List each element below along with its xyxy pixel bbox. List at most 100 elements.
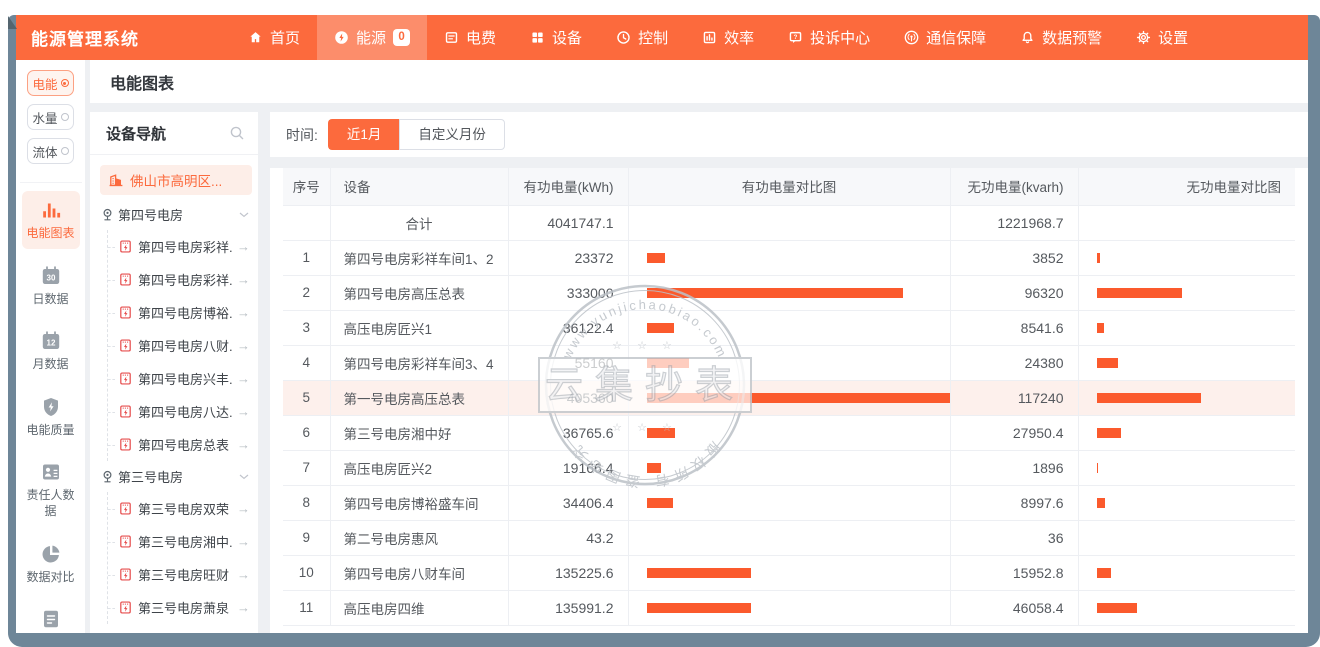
sidebar-item-shield[interactable]: 电能质量: [22, 388, 80, 446]
table-row[interactable]: 9第二号电房惠风43.236: [283, 520, 1295, 555]
doc-icon: [40, 608, 62, 630]
energy-type-tab[interactable]: 水量: [27, 104, 74, 130]
meter-icon: [118, 437, 133, 452]
table-row[interactable]: 5第一号电房高压总表405360117240: [283, 380, 1295, 415]
svg-text:12: 12: [46, 339, 55, 348]
sidebar-item-person[interactable]: 责任人数据: [22, 453, 80, 526]
tree-device-item[interactable]: 第四号电房八达..→: [108, 395, 252, 428]
table-row[interactable]: 6第三号电房湘中好36765.627950.4: [283, 415, 1295, 450]
table-row[interactable]: 4第四号电房彩祥车间3、45516024380: [283, 345, 1295, 380]
nav-item-communication[interactable]: 通信保障: [887, 15, 1003, 60]
nav-item-label: 首页: [270, 27, 300, 48]
arrow-right-icon: →: [237, 371, 252, 386]
cell-active: 23372: [508, 240, 628, 275]
custom-month-button[interactable]: 自定义月份: [399, 119, 505, 150]
cell-device: 合计: [330, 205, 508, 240]
cell-no: 8: [283, 485, 330, 520]
cell-device: 第一号电房高压总表: [330, 380, 508, 415]
nav-item-control[interactable]: 控制: [599, 15, 685, 60]
nav-item-label: 投诉中心: [810, 27, 870, 48]
nav-item-alert[interactable]: 数据预警: [1003, 15, 1119, 60]
meter-icon: [118, 567, 133, 582]
time-filter-segment: 近1月自定义月份: [328, 119, 505, 150]
tree-device-item[interactable]: 第四号电房兴丰..→: [108, 362, 252, 395]
tree-device-item[interactable]: 第四号电房彩祥..→: [108, 230, 252, 263]
tree-device-item[interactable]: 第三号电房旺财→: [108, 558, 252, 591]
tree-device-item[interactable]: 第三号电房湘中..→: [108, 525, 252, 558]
sidebar-item-cal30[interactable]: 30日数据: [22, 257, 80, 315]
sidebar-item-pie[interactable]: 数据对比: [22, 535, 80, 593]
nav-item-label: 通信保障: [926, 27, 986, 48]
tree-device-item[interactable]: 第四号电房八财..→: [108, 329, 252, 362]
table-row[interactable]: 2第四号电房高压总表33300096320: [283, 275, 1295, 310]
cell-device: 第四号电房博裕盛车间: [330, 485, 508, 520]
energy-type-tab[interactable]: 流体: [27, 138, 74, 164]
reactive-bar: [1097, 393, 1201, 403]
sidebar-item-chart[interactable]: 电能图表: [22, 191, 80, 249]
active-bar: [647, 253, 665, 263]
meter-icon: [118, 600, 133, 615]
sidebar-item-label: 电能图表: [25, 226, 77, 242]
tree-device-label: 第四号电房八达..: [138, 402, 232, 421]
table-row[interactable]: 11高压电房四维135991.246058.4: [283, 590, 1295, 625]
tree-root-node[interactable]: 佛山市高明区...: [100, 165, 252, 195]
arrow-right-icon: →: [237, 338, 252, 353]
tree-group[interactable]: 第四号电房: [100, 199, 252, 230]
table-row[interactable]: 10第四号电房八财车间135225.615952.8: [283, 555, 1295, 590]
energy-table-card: 序号设备有功电量(kWh)有功电量对比图无功电量(kvarh)无功电量对比图 合…: [270, 168, 1308, 647]
rail-menu: 电能图表 30日数据 12月数据电能质量责任人数据数据对比冻结数据: [20, 182, 82, 647]
nav-item-home[interactable]: 首页: [231, 15, 317, 60]
tree-root-label: 佛山市高明区...: [130, 170, 222, 190]
cell-reactive: 1221968.7: [950, 205, 1078, 240]
alert-icon: [1020, 30, 1035, 45]
time-filter: 时间: 近1月自定义月份: [270, 112, 1308, 157]
cell-active: 4041747.1: [508, 205, 628, 240]
table-header: 序号设备有功电量(kWh)有功电量对比图无功电量(kvarh)无功电量对比图: [283, 168, 1295, 205]
cell-reactive: 27950.4: [950, 415, 1078, 450]
tree-group-label: 第三号电房: [118, 467, 183, 486]
meter-icon: [118, 272, 133, 287]
arrow-right-icon: →: [237, 239, 252, 254]
cell-reactive: 8997.6: [950, 485, 1078, 520]
reactive-bar: [1097, 603, 1138, 613]
cell-reactive-bar: [1078, 345, 1295, 380]
tree-device-item[interactable]: 第四号电房彩祥..→: [108, 263, 252, 296]
cell-active: 135991.2: [508, 590, 628, 625]
nav-item-bill[interactable]: 电费: [427, 15, 513, 60]
nav-item-label: 效率: [724, 27, 754, 48]
cell-no: 3: [283, 310, 330, 345]
cal30-icon: 30: [40, 265, 62, 287]
cell-reactive: 117240: [950, 380, 1078, 415]
last-month-button[interactable]: 近1月: [328, 119, 400, 150]
radio-icon: [61, 113, 69, 121]
tree-device-item[interactable]: 第三号电房萧泉→: [108, 591, 252, 624]
cell-reactive: 8541.6: [950, 310, 1078, 345]
sidebar-item-doc[interactable]: 冻结数据: [22, 600, 80, 647]
cell-active: 135225.6: [508, 555, 628, 590]
nav-item-efficiency[interactable]: 效率: [685, 15, 771, 60]
table-row[interactable]: 3高压电房匠兴136122.48541.6: [283, 310, 1295, 345]
body-row: 设备导航 佛山市高明区...第四号电房第四号电房彩祥..→第四号电房彩祥..→第…: [90, 112, 1308, 647]
sidebar-item-cal12[interactable]: 12月数据: [22, 322, 80, 380]
arrow-right-icon: →: [237, 600, 252, 615]
cell-device: 第三号电房湘中好: [330, 415, 508, 450]
table-row[interactable]: 7高压电房匠兴219166.41896: [283, 450, 1295, 485]
energy-type-tab[interactable]: 电能: [27, 70, 74, 96]
nav-item-settings[interactable]: 设置: [1119, 15, 1205, 60]
column-header: 无功电量对比图: [1078, 168, 1295, 205]
svg-text:30: 30: [46, 273, 55, 282]
table-row[interactable]: 1第四号电房彩祥车间1、2233723852: [283, 240, 1295, 275]
tree-device-item[interactable]: 第三号电房双荣→: [108, 492, 252, 525]
tree-device-item[interactable]: 第四号电房博裕..→: [108, 296, 252, 329]
nav-item-devices[interactable]: 设备: [513, 15, 599, 60]
nav-item-label: 设置: [1158, 27, 1188, 48]
tree-device-item[interactable]: 第四号电房总表→: [108, 428, 252, 461]
active-bar: [647, 498, 674, 508]
table-row[interactable]: 8第四号电房博裕盛车间34406.48997.6: [283, 485, 1295, 520]
reactive-bar: [1097, 498, 1105, 508]
search-icon[interactable]: [229, 125, 245, 141]
arrow-right-icon: →: [237, 272, 252, 287]
tree-group[interactable]: 第三号电房: [100, 461, 252, 492]
nav-item-complaint[interactable]: ?投诉中心: [771, 15, 887, 60]
nav-item-energy[interactable]: 能源0: [317, 15, 427, 60]
